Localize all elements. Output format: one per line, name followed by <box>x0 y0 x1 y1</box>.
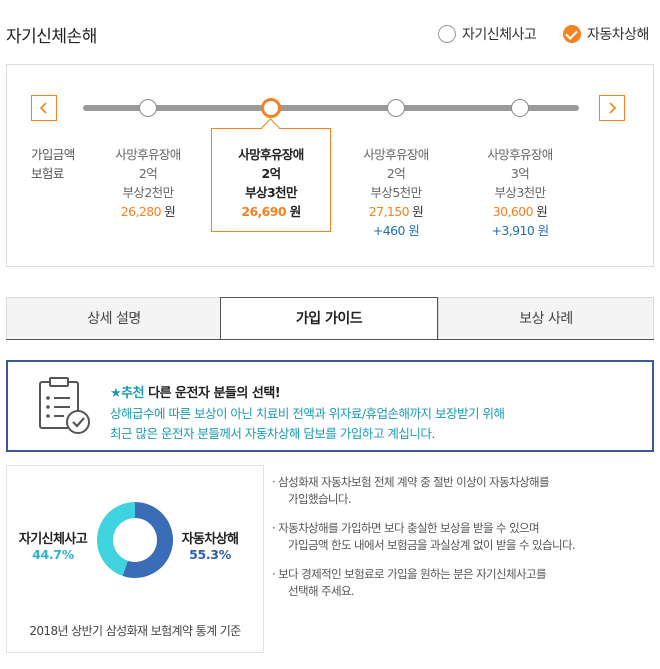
legend-name: 자기신체사고 <box>18 532 88 547</box>
premium-label: 보험료 <box>31 166 64 181</box>
prev-button[interactable] <box>31 95 57 121</box>
legend-auto-injury: 자동차상해 55.3% <box>179 528 241 562</box>
section-title: 자기신체손해 <box>6 27 97 47</box>
note-item: · 자동차상해를 가입하면 보다 충실한 보상을 받을 수 있으며 가입금액 한… <box>272 520 652 554</box>
legend-value: 55.3% <box>189 547 231 562</box>
option-title: 사망후유장애 <box>363 147 429 162</box>
coverage-header: 자기신체손해 자기신체사고 자동차상해 <box>0 0 660 64</box>
recommend-text-2: 최근 많은 운전자 분들께서 자동차상해 담보를 가입하고 계십니다. <box>110 426 435 441</box>
info-tabs: 상세 설명 가입 가이드 보상 사례 <box>6 297 654 340</box>
slider-track[interactable] <box>83 105 579 111</box>
note-line: 가입금액 한도 내에서 보험금을 과실상계 없이 받을 수 있습니다. <box>288 538 576 552</box>
option-price-row: 30,600 원 <box>460 202 580 221</box>
option-title: 사망후유장애 <box>487 147 553 162</box>
coverage-option-2-selected[interactable]: 사망후유장애 2억 부상3천만 26,690 원 <box>211 128 331 232</box>
price-unit: 원 <box>289 204 302 219</box>
note-item: · 보다 경제적인 보험료로 가입을 원하는 분은 자기신체사고를 선택해 주세… <box>272 566 652 600</box>
tab-claim-cases[interactable]: 보상 사례 <box>438 297 654 340</box>
option-price-row: 26,690 원 <box>212 202 330 221</box>
star-icon: ★ <box>110 386 122 401</box>
option-title: 사망후유장애 <box>115 147 181 162</box>
tab-detail[interactable]: 상세 설명 <box>6 297 222 340</box>
option-injury: 부상2천만 <box>122 185 175 200</box>
chevron-right-icon <box>609 102 617 114</box>
option-price: 27,150 <box>368 204 410 219</box>
next-button[interactable] <box>599 95 625 121</box>
option-injury: 부상5천만 <box>370 185 423 200</box>
amount-label: 가입금액 <box>31 147 75 162</box>
note-line: 선택해 주세요. <box>288 584 355 598</box>
recommend-headline: 다른 운전자 분들의 선택! <box>148 386 281 401</box>
note-line: · 삼성화재 자동차보험 전체 계약 중 절반 이상이 자동차상해를 <box>272 475 550 489</box>
recommend-headline-row: ★추천 다른 운전자 분들의 선택! <box>110 382 281 401</box>
option-price-row: 27,150 원 <box>336 202 456 221</box>
radio-checked-icon <box>563 25 581 43</box>
option-amount: 2억 <box>138 166 158 181</box>
slider-knob-2-selected[interactable] <box>261 98 281 118</box>
option-title: 사망후유장애 <box>238 147 304 162</box>
legend-name: 자동차상해 <box>181 532 239 547</box>
slider-knob-4[interactable] <box>511 99 529 117</box>
radio-label: 자동차상해 <box>587 27 649 43</box>
row-labels: 가입금액 보험료 <box>31 145 75 183</box>
option-injury: 부상3천만 <box>494 185 547 200</box>
stats-panel: 자기신체사고 44.7% 자동차상해 55.3% 2018년 상반기 삼성화재 … <box>6 465 264 653</box>
recommendation-box: ★추천 다른 운전자 분들의 선택! 상해급수에 따른 보상이 아닌 치료비 전… <box>6 360 654 452</box>
radio-label: 자기신체사고 <box>462 27 537 43</box>
coverage-option-4[interactable]: 사망후유장애 3억 부상3천만 30,600 원 +3,910 원 <box>460 145 580 240</box>
note-line: 가입했습니다. <box>288 492 352 506</box>
coverage-slider-panel: 가입금액 보험료 사망후유장애 2억 부상2천만 26,280 원 사망후유장애… <box>6 64 654 267</box>
legend-self-body: 자기신체사고 44.7% <box>17 528 89 562</box>
price-unit: 원 <box>412 204 424 219</box>
coverage-option-3[interactable]: 사망후유장애 2억 부상5천만 27,150 원 +460 원 <box>336 145 456 240</box>
option-amount: 3억 <box>510 166 530 181</box>
note-line: · 자동차상해를 가입하면 보다 충실한 보상을 받을 수 있으며 <box>272 521 540 535</box>
guide-notes: · 삼성화재 자동차보험 전체 계약 중 절반 이상이 자동차상해를 가입했습니… <box>272 474 652 612</box>
tab-divider <box>6 339 654 340</box>
tab-join-guide[interactable]: 가입 가이드 <box>220 297 438 340</box>
option-price: 26,280 <box>120 204 162 219</box>
option-injury: 부상3천만 <box>245 185 297 200</box>
note-line: · 보다 경제적인 보험료로 가입을 원하는 분은 자기신체사고를 <box>272 567 547 581</box>
legend-value: 44.7% <box>32 547 74 562</box>
option-price-row: 26,280 원 <box>88 202 208 221</box>
option-price-diff: +3,910 원 <box>491 223 550 238</box>
radio-circle-icon <box>438 25 456 43</box>
option-amount: 2억 <box>261 166 282 181</box>
share-donut-chart <box>97 502 173 578</box>
radio-auto-injury[interactable]: 자동차상해 <box>563 24 649 44</box>
option-price: 30,600 <box>492 204 534 219</box>
price-unit: 원 <box>164 204 176 219</box>
note-item: · 삼성화재 자동차보험 전체 계약 중 절반 이상이 자동차상해를 가입했습니… <box>272 474 652 508</box>
coverage-option-1[interactable]: 사망후유장애 2억 부상2천만 26,280 원 <box>88 145 208 221</box>
option-amount: 2억 <box>386 166 406 181</box>
option-price-diff: +460 원 <box>372 223 420 238</box>
clipboard-check-icon <box>39 377 90 434</box>
chevron-left-icon <box>39 102 47 114</box>
recommend-text-1: 상해급수에 따른 보상이 아닌 치료비 전액과 위자료/휴업손해까지 보장받기 … <box>110 406 505 421</box>
price-unit: 원 <box>536 204 548 219</box>
stats-caption: 2018년 상반기 삼성화재 보험계약 통계 기준 <box>29 624 241 638</box>
option-price: 26,690 <box>241 204 286 219</box>
recommend-badge: 추천 <box>121 386 145 401</box>
slider-knob-1[interactable] <box>139 99 157 117</box>
slider-knob-3[interactable] <box>387 99 405 117</box>
radio-self-body-accident[interactable]: 자기신체사고 <box>438 24 537 44</box>
